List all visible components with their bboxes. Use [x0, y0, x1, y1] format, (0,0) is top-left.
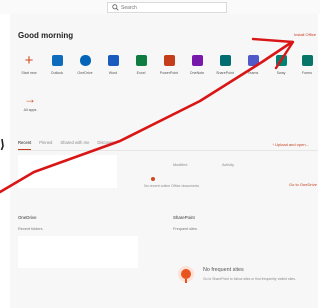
app-label: Start new [21, 71, 37, 75]
tabs-divider [18, 150, 318, 151]
app-onenote[interactable]: OneNote [185, 55, 209, 75]
app-label: PowerPoint [159, 71, 179, 75]
app-start-new[interactable]: + Start new [17, 52, 41, 75]
search-input[interactable] [121, 4, 221, 11]
no-frequent-sites-description: Go to SharePoint to follow sites or find… [203, 277, 296, 281]
excel-icon [135, 55, 147, 66]
powerpoint-icon [163, 55, 175, 66]
tab-pinned[interactable]: Pinned [39, 140, 52, 150]
app-teams[interactable]: Teams [241, 55, 265, 75]
app-label: Sway [276, 71, 286, 75]
sharepoint-icon [219, 55, 231, 66]
app-launcher-row: + Start new Outlook OneDrive Word Excel … [17, 52, 319, 85]
tab-recent[interactable]: Recent [18, 140, 32, 150]
app-word[interactable]: Word [101, 55, 125, 75]
search-box[interactable] [107, 2, 227, 13]
all-apps-label: All apps [23, 108, 37, 112]
upload-and-open-link[interactable]: ↑ Upload and open... [272, 142, 309, 147]
outlook-icon [51, 55, 63, 66]
onedrive-section-subtitle: Recent folders [18, 227, 43, 231]
empty-state-text: No recent online Office documents [144, 184, 200, 188]
word-icon [107, 55, 119, 66]
document-tabs: Recent Pinned Shared with me Discover [18, 140, 114, 150]
plus-icon: + [24, 52, 34, 69]
app-label: Forms [301, 71, 313, 75]
sharepoint-section-subtitle: Frequent sites [173, 227, 198, 231]
tab-discover[interactable]: Discover [97, 140, 113, 150]
app-label: Excel [136, 71, 146, 75]
app-label: Word [108, 71, 118, 75]
app-powerpoint[interactable]: PowerPoint [157, 55, 181, 75]
app-outlook[interactable]: Outlook [45, 55, 69, 75]
scroll-marker [0, 138, 5, 152]
app-forms[interactable]: Forms [295, 55, 319, 75]
search-icon [112, 4, 119, 11]
tab-shared-with-me[interactable]: Shared with me [60, 140, 89, 150]
sway-icon [275, 55, 287, 66]
app-sharepoint[interactable]: SharePoint [213, 55, 237, 75]
app-onedrive[interactable]: OneDrive [73, 55, 97, 75]
arrow-right-icon: → [24, 92, 36, 106]
app-label: Outlook [50, 71, 64, 75]
column-activity[interactable]: Activity [222, 163, 234, 167]
onenote-icon [191, 55, 203, 66]
recent-folders-card [18, 236, 138, 268]
no-frequent-sites-title: No frequent sites [203, 267, 244, 273]
all-apps-button[interactable]: → All apps [17, 93, 43, 112]
app-label: OneNote [189, 71, 205, 75]
sharepoint-section-title: SharePoint [173, 215, 195, 220]
onedrive-section-title: OneDrive [18, 215, 37, 220]
app-sway[interactable]: Sway [269, 55, 293, 75]
onedrive-icon [79, 55, 91, 66]
lightbulb-icon [178, 266, 194, 283]
go-to-onedrive-link[interactable]: Go to OneDrive [289, 182, 317, 187]
app-excel[interactable]: Excel [129, 55, 153, 75]
app-label: Teams [247, 71, 259, 75]
page-title: Good morning [18, 31, 74, 40]
app-label: SharePoint [216, 71, 234, 75]
teams-icon [247, 55, 259, 66]
recent-placeholder-card [18, 155, 117, 188]
column-modified[interactable]: Modified [173, 163, 187, 167]
install-office-link[interactable]: Install Office [294, 32, 316, 37]
app-label: OneDrive [77, 71, 93, 75]
top-bar [0, 0, 320, 14]
empty-state-icon [151, 177, 155, 181]
forms-icon [301, 55, 313, 66]
